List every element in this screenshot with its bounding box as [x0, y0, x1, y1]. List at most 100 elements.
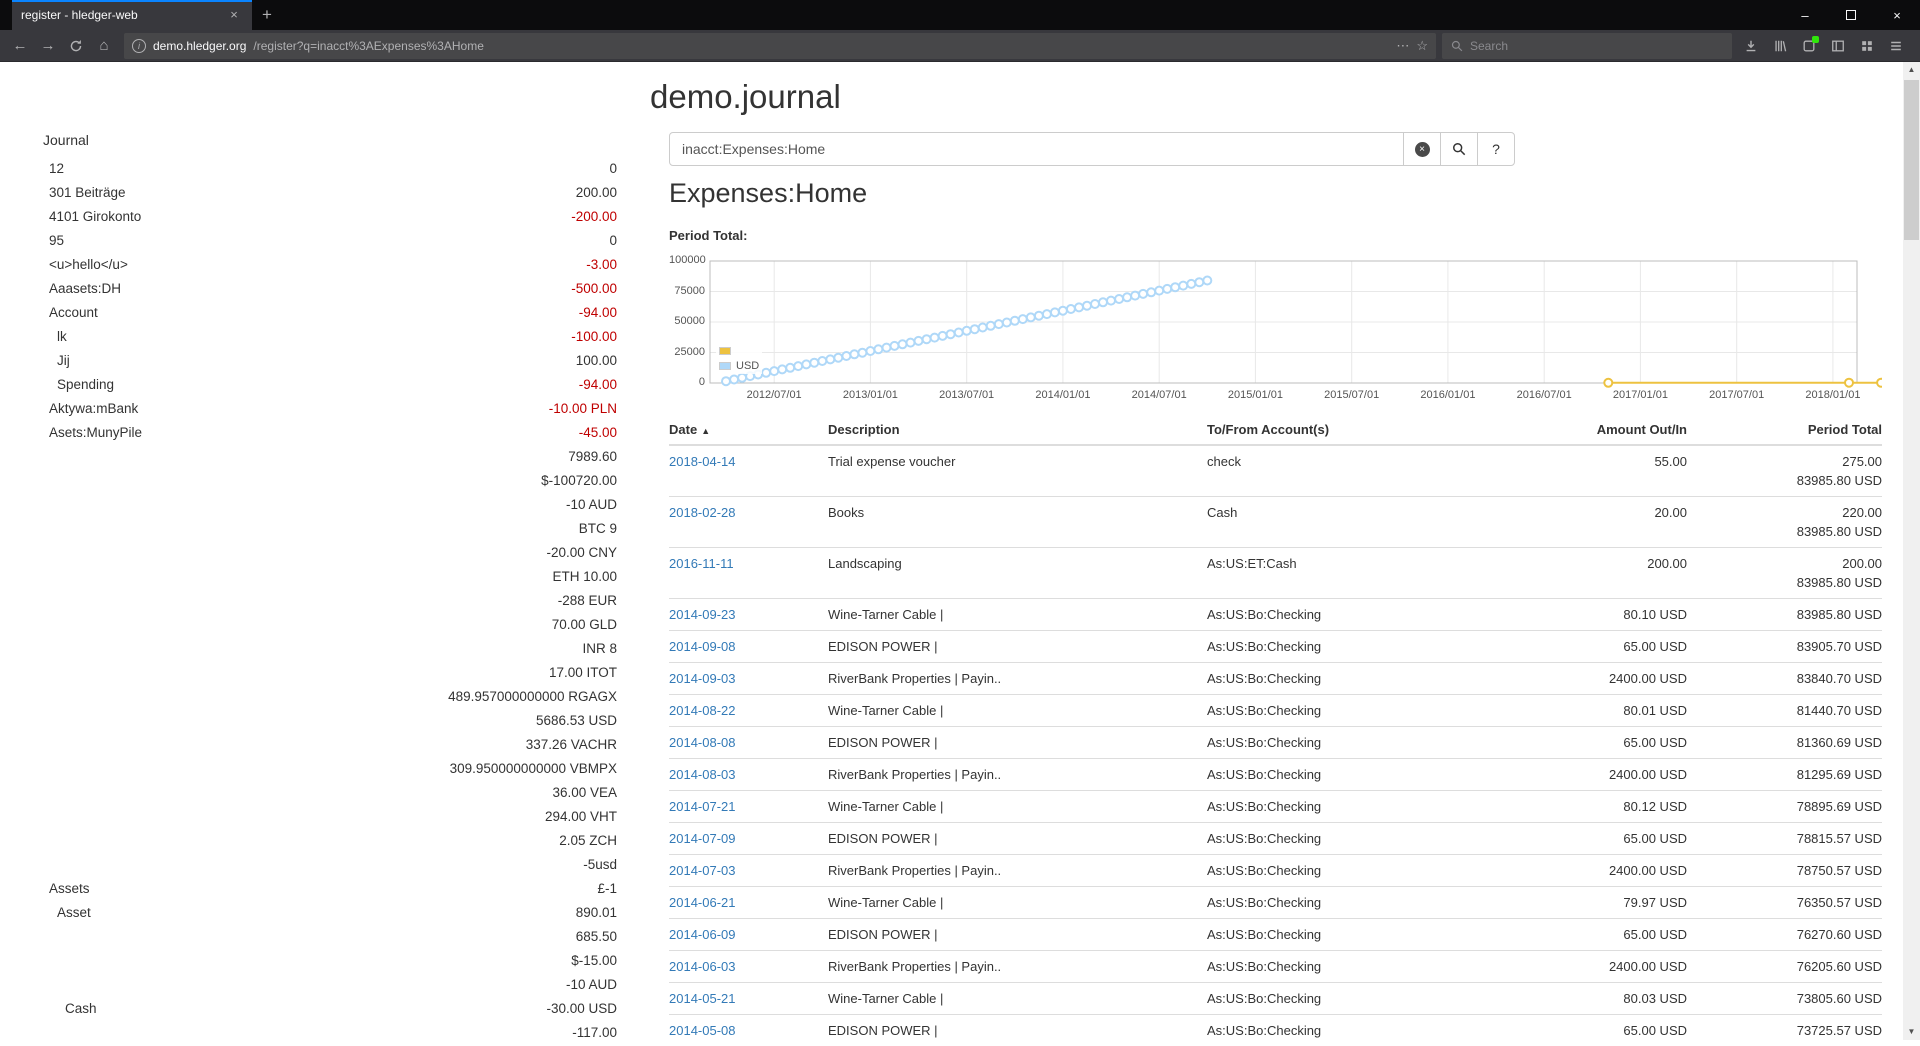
page-scrollbar[interactable]: ▲ ▼ [1903, 62, 1920, 1040]
maximize-button[interactable] [1828, 0, 1874, 30]
account-link[interactable]: Asets:MunyPile [43, 425, 142, 440]
sidebar-account-row[interactable]: Jij100.00 [43, 348, 617, 372]
account-link[interactable]: Asset [43, 905, 91, 920]
clear-query-button[interactable]: × [1403, 132, 1441, 166]
account-link[interactable]: Account [43, 305, 98, 320]
register-date-link[interactable]: 2014-08-03 [669, 767, 736, 782]
back-button[interactable]: ← [6, 33, 34, 59]
register-date-link[interactable]: 2014-09-03 [669, 671, 736, 686]
account-link[interactable]: 301 Beiträge [43, 185, 126, 200]
sidebar-account-row[interactable]: Aaasets:DH-500.00 [43, 276, 617, 300]
description-cell: Books [828, 497, 1207, 548]
page-actions-icon[interactable]: ⋯ [1396, 38, 1409, 54]
sidebar-account-row[interactable]: Aktywa:mBank-10.00 PLN [43, 396, 617, 420]
register-date-link[interactable]: 2014-05-08 [669, 1023, 736, 1038]
sidebar-account-row: 337.26 VACHR [43, 732, 617, 756]
account-link[interactable]: Spending [43, 377, 114, 392]
downloads-button[interactable] [1736, 33, 1765, 59]
column-header-date[interactable]: Date▲ [669, 418, 828, 445]
home-button[interactable]: ⌂ [90, 33, 118, 59]
menu-button[interactable] [1881, 33, 1910, 59]
extension-button[interactable] [1794, 33, 1823, 59]
register-date-link[interactable]: 2014-05-21 [669, 991, 736, 1006]
description-cell: Wine-Tarner Cable | [828, 695, 1207, 727]
register-date-link[interactable]: 2016-11-11 [669, 556, 734, 571]
period-total-cell: 78895.69 USD [1687, 791, 1882, 823]
register-date-link[interactable]: 2014-07-21 [669, 799, 736, 814]
account-cell: As:US:Bo:Checking [1207, 951, 1507, 983]
query-input[interactable] [669, 132, 1404, 166]
reload-button[interactable] [62, 33, 90, 59]
library-button[interactable] [1765, 33, 1794, 59]
date-cell: 2014-07-03 [669, 855, 828, 887]
scroll-up-icon[interactable]: ▲ [1903, 62, 1920, 78]
sidebar-account-row: 5686.53 USD [43, 708, 617, 732]
register-date-link[interactable]: 2014-09-08 [669, 639, 736, 654]
help-button[interactable]: ? [1477, 132, 1515, 166]
account-link[interactable]: Assets [43, 881, 90, 896]
url-path: /register?q=inacct%3AExpenses%3AHome [253, 39, 1389, 53]
account-link[interactable]: 4101 Girokonto [43, 209, 141, 224]
amount-cell: 55.00 [1507, 445, 1687, 497]
account-balance: -10 AUD [566, 497, 617, 512]
register-date-link[interactable]: 2014-06-21 [669, 895, 736, 910]
register-date-link[interactable]: 2014-09-23 [669, 607, 736, 622]
site-info-icon[interactable]: i [132, 39, 146, 53]
account-balance: -10 AUD [566, 977, 617, 992]
search-button[interactable] [1440, 132, 1478, 166]
period-total-line: 220.00 [1687, 503, 1882, 522]
register-date-link[interactable]: 2018-02-28 [669, 505, 736, 520]
sidebar-account-row[interactable]: Account-94.00 [43, 300, 617, 324]
sidebar-account-row[interactable]: 950 [43, 228, 617, 252]
sidebar-account-row[interactable]: Spending-94.00 [43, 372, 617, 396]
amount-cell: 80.12 USD [1507, 791, 1687, 823]
description-cell: Trial expense voucher [828, 445, 1207, 497]
bookmark-star-icon[interactable]: ☆ [1416, 38, 1428, 54]
account-balance: 17.00 ITOT [549, 665, 617, 680]
register-date-link[interactable]: 2014-07-09 [669, 831, 736, 846]
account-link[interactable]: 95 [43, 233, 64, 248]
register-date-link[interactable]: 2014-08-22 [669, 703, 736, 718]
account-link[interactable]: Jij [43, 353, 70, 368]
register-date-link[interactable]: 2014-06-09 [669, 927, 736, 942]
register-row: 2014-06-09EDISON POWER |As:US:Bo:Checkin… [669, 919, 1882, 951]
minimize-button[interactable]: – [1782, 0, 1828, 30]
register-date-link[interactable]: 2018-04-14 [669, 454, 736, 469]
close-button[interactable]: × [1874, 0, 1920, 30]
account-link[interactable]: lk [43, 329, 67, 344]
sidebar-account-row[interactable]: Asset890.01 [43, 900, 617, 924]
browser-tab[interactable]: register - hledger-web × [12, 0, 252, 30]
sidebar-account-row[interactable]: 4101 Girokonto -200.00 [43, 204, 617, 228]
account-link[interactable]: Aktywa:mBank [43, 401, 138, 416]
account-link[interactable]: Aaasets:DH [43, 281, 121, 296]
new-tab-button[interactable]: + [252, 0, 282, 30]
register-date-link[interactable]: 2014-08-08 [669, 735, 736, 750]
account-balance: -200.00 [571, 209, 617, 224]
sidebar-account-row[interactable]: lk-100.00 [43, 324, 617, 348]
apps-grid-button[interactable] [1852, 33, 1881, 59]
tab-close-icon[interactable]: × [225, 6, 243, 24]
date-cell: 2014-08-03 [669, 759, 828, 791]
sidebar-account-row: 70.00 GLD [43, 612, 617, 636]
period-total-line: 275.00 [1687, 452, 1882, 471]
register-date-link[interactable]: 2014-06-03 [669, 959, 736, 974]
sidebar-account-row[interactable]: Asets:MunyPile-45.00 [43, 420, 617, 444]
sidebar-account-row[interactable]: Cash-30.00 USD [43, 996, 617, 1020]
sidebar-account-row[interactable]: Assets£-1 [43, 876, 617, 900]
sidebar-account-row[interactable]: 120 [43, 156, 617, 180]
browser-search-field[interactable]: Search [1442, 33, 1732, 59]
register-date-link[interactable]: 2014-07-03 [669, 863, 736, 878]
forward-button[interactable]: → [34, 33, 62, 59]
scroll-down-icon[interactable]: ▼ [1903, 1024, 1920, 1040]
account-link[interactable]: Cash [43, 1001, 97, 1016]
sidebar-account-row[interactable]: <u>hello</u>-3.00 [43, 252, 617, 276]
account-link[interactable]: <u>hello</u> [43, 257, 128, 272]
scrollbar-thumb[interactable] [1904, 80, 1919, 240]
url-bar[interactable]: i demo.hledger.org /register?q=inacct%3A… [124, 33, 1436, 59]
sidebar-journal-link[interactable]: Journal [43, 132, 89, 148]
clear-icon: × [1415, 142, 1430, 157]
account-link[interactable]: 12 [43, 161, 64, 176]
sidebar-account-row[interactable]: 301 Beiträge200.00 [43, 180, 617, 204]
description-cell: RiverBank Properties | Payin.. [828, 951, 1207, 983]
sidebar-toggle-button[interactable] [1823, 33, 1852, 59]
